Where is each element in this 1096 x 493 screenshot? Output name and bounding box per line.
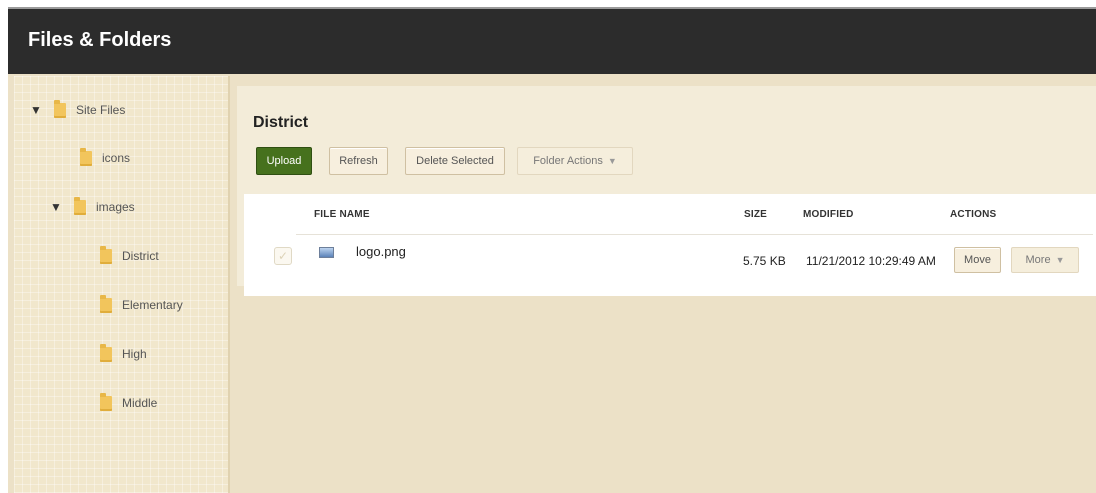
tree-item-label: icons [102, 151, 131, 165]
folder-icon [100, 343, 112, 362]
dropdown-arrow-icon: ▼ [607, 156, 617, 166]
header-size[interactable]: SIZE [744, 209, 767, 220]
move-button[interactable]: Move [954, 247, 1001, 273]
tree-item-label: Elementary [122, 298, 183, 312]
header-file-name[interactable]: FILE NAME [314, 209, 370, 220]
header-modified[interactable]: MODIFIED [803, 209, 854, 220]
file-modified: 11/21/2012 10:29:49 AM [806, 254, 936, 268]
folder-icon [80, 147, 92, 166]
app-window: Files & Folders ▼ Site Files icons ▼ ima… [8, 7, 1096, 493]
tree-item-icons[interactable]: icons [80, 147, 130, 169]
folder-icon [74, 196, 86, 215]
file-name-link[interactable]: logo.png [356, 244, 406, 259]
folder-icon [100, 392, 112, 411]
folder-icon [100, 245, 112, 264]
more-label: More [1025, 254, 1051, 266]
tree-item-middle[interactable]: Middle [100, 392, 157, 414]
refresh-button[interactable]: Refresh [329, 147, 388, 175]
more-dropdown[interactable]: More ▼ [1011, 247, 1079, 273]
tree-item-label: Middle [122, 396, 158, 410]
tree-item-high[interactable]: High [100, 343, 147, 365]
tree-item-images[interactable]: ▼ images [50, 196, 135, 218]
dropdown-arrow-icon: ▼ [1055, 255, 1065, 265]
header-divider [296, 234, 1093, 235]
tree-item-label: High [122, 347, 147, 361]
collapse-arrow-icon[interactable]: ▼ [50, 200, 62, 214]
tree-item-site-files[interactable]: ▼ Site Files [30, 99, 125, 121]
folder-icon [100, 294, 112, 313]
row-checkbox[interactable]: ✓ [274, 247, 292, 265]
app-title: Files & Folders [28, 29, 172, 51]
file-size: 5.75 KB [743, 254, 786, 268]
header-actions: ACTIONS [950, 209, 997, 220]
image-file-icon [319, 247, 334, 258]
folder-actions-label: Folder Actions [533, 155, 603, 167]
folder-title: District [253, 114, 309, 131]
tree-item-label: District [122, 249, 159, 263]
tree-item-label: Site Files [76, 103, 126, 117]
folder-actions-dropdown[interactable]: Folder Actions ▼ [517, 147, 633, 175]
tree-item-district[interactable]: District [100, 245, 159, 267]
main-content: District Upload Refresh Delete Selected … [230, 76, 1096, 493]
tree-item-label: images [96, 200, 135, 214]
file-table: FILE NAME SIZE MODIFIED ACTIONS ✓ logo.p… [244, 194, 1096, 296]
collapse-arrow-icon[interactable]: ▼ [30, 103, 42, 117]
delete-selected-button[interactable]: Delete Selected [405, 147, 505, 175]
upload-button[interactable]: Upload [256, 147, 312, 175]
tree-item-elementary[interactable]: Elementary [100, 294, 183, 316]
folder-panel: District Upload Refresh Delete Selected … [237, 86, 1096, 296]
folder-tree: ▼ Site Files icons ▼ images District Ele… [14, 76, 230, 493]
top-bar: Files & Folders [8, 7, 1096, 74]
folder-icon [54, 99, 66, 118]
